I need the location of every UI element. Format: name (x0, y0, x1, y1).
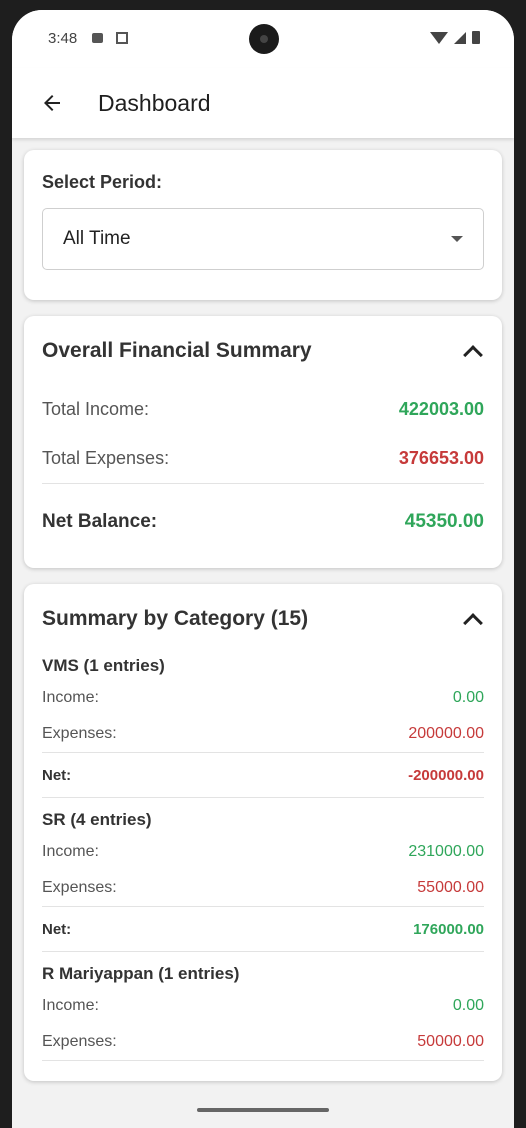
expenses-label: Expenses: (42, 879, 117, 896)
income-label: Income: (42, 843, 99, 860)
camera-cutout (249, 24, 279, 54)
category-summary-title: Summary by Category (15) (42, 607, 309, 630)
divider (42, 1060, 484, 1061)
overall-summary-card: Overall Financial Summary Total Income: … (24, 316, 502, 568)
period-dropdown[interactable]: All Time (42, 208, 484, 270)
total-expenses-row: Total Expenses: 376653.00 (42, 434, 484, 483)
net-balance-label: Net Balance: (42, 510, 158, 532)
battery-icon (472, 31, 480, 44)
divider (42, 483, 484, 484)
net-value: 176000.00 (413, 920, 484, 938)
expenses-value: 200000.00 (408, 725, 484, 742)
category-expenses-row: Expenses: 55000.00 (42, 870, 484, 906)
income-value: 0.00 (452, 689, 484, 706)
dropdown-arrow-icon (451, 236, 463, 242)
expenses-value: 55000.00 (417, 879, 484, 896)
category-expenses-row: Expenses: 200000.00 (42, 716, 484, 752)
divider (42, 951, 484, 952)
overall-summary-title: Overall Financial Summary (42, 339, 312, 362)
app-bar: Dashboard (12, 68, 514, 138)
category-net-row: Net: -200000.00 (42, 753, 484, 797)
expenses-label: Expenses: (42, 1033, 117, 1050)
category-name: R Mariyappan (1 entries) (42, 964, 240, 983)
notification-a-icon (116, 32, 128, 44)
phone-screen: 3:48 Dashboard Select Period: All Time O… (12, 10, 514, 1128)
category-summary-header[interactable]: Summary by Category (15) (42, 606, 484, 633)
net-label: Net: (42, 920, 72, 938)
total-income-label: Total Income: (42, 399, 150, 419)
period-selected-value: All Time (63, 228, 131, 249)
net-balance-row: Net Balance: 45350.00 (42, 493, 484, 550)
sd-card-icon (92, 33, 103, 43)
total-income-row: Total Income: 422003.00 (42, 385, 484, 434)
income-value: 231000.00 (408, 843, 484, 860)
dashboard-content[interactable]: Select Period: All Time Overall Financia… (12, 138, 514, 1081)
category-income-row: Income: 0.00 (42, 680, 484, 716)
net-balance-value: 45350.00 (404, 510, 484, 532)
wifi-icon (430, 31, 448, 44)
chevron-up-icon[interactable] (463, 613, 483, 633)
total-expenses-value: 376653.00 (398, 448, 484, 468)
category-name: SR (4 entries) (42, 810, 152, 829)
expenses-value: 50000.00 (417, 1033, 484, 1050)
category-item: VMS (1 entries) Income: 0.00 Expenses: 2… (42, 656, 484, 798)
category-item: R Mariyappan (1 entries) Income: 0.00 Ex… (42, 964, 484, 1061)
chevron-up-icon[interactable] (463, 345, 483, 365)
overall-summary-header[interactable]: Overall Financial Summary (42, 338, 484, 365)
period-card: Select Period: All Time (24, 150, 502, 300)
category-item: SR (4 entries) Income: 231000.00 Expense… (42, 810, 484, 952)
total-income-value: 422003.00 (398, 399, 484, 419)
net-value: -200000.00 (408, 766, 484, 784)
divider (42, 797, 484, 798)
home-gesture-bar[interactable] (197, 1108, 329, 1112)
category-income-row: Income: 0.00 (42, 988, 484, 1024)
category-net-row: Net: 176000.00 (42, 907, 484, 951)
status-time: 3:48 (48, 30, 78, 47)
income-label: Income: (42, 997, 99, 1014)
category-income-row: Income: 231000.00 (42, 834, 484, 870)
income-label: Income: (42, 689, 99, 706)
category-name: VMS (1 entries) (42, 656, 165, 675)
net-label: Net: (42, 766, 72, 784)
signal-icon (454, 31, 466, 44)
category-summary-card: Summary by Category (15) VMS (1 entries)… (24, 584, 502, 1081)
expenses-label: Expenses: (42, 725, 117, 742)
page-title: Dashboard (98, 89, 211, 116)
arrow-left-icon (44, 95, 60, 111)
income-value: 0.00 (452, 997, 484, 1014)
back-button[interactable] (32, 83, 72, 123)
status-icons (430, 31, 480, 44)
total-expenses-label: Total Expenses: (42, 448, 170, 468)
category-expenses-row: Expenses: 50000.00 (42, 1024, 484, 1060)
period-label: Select Period: (42, 172, 163, 192)
status-bar: 3:48 (12, 10, 514, 68)
